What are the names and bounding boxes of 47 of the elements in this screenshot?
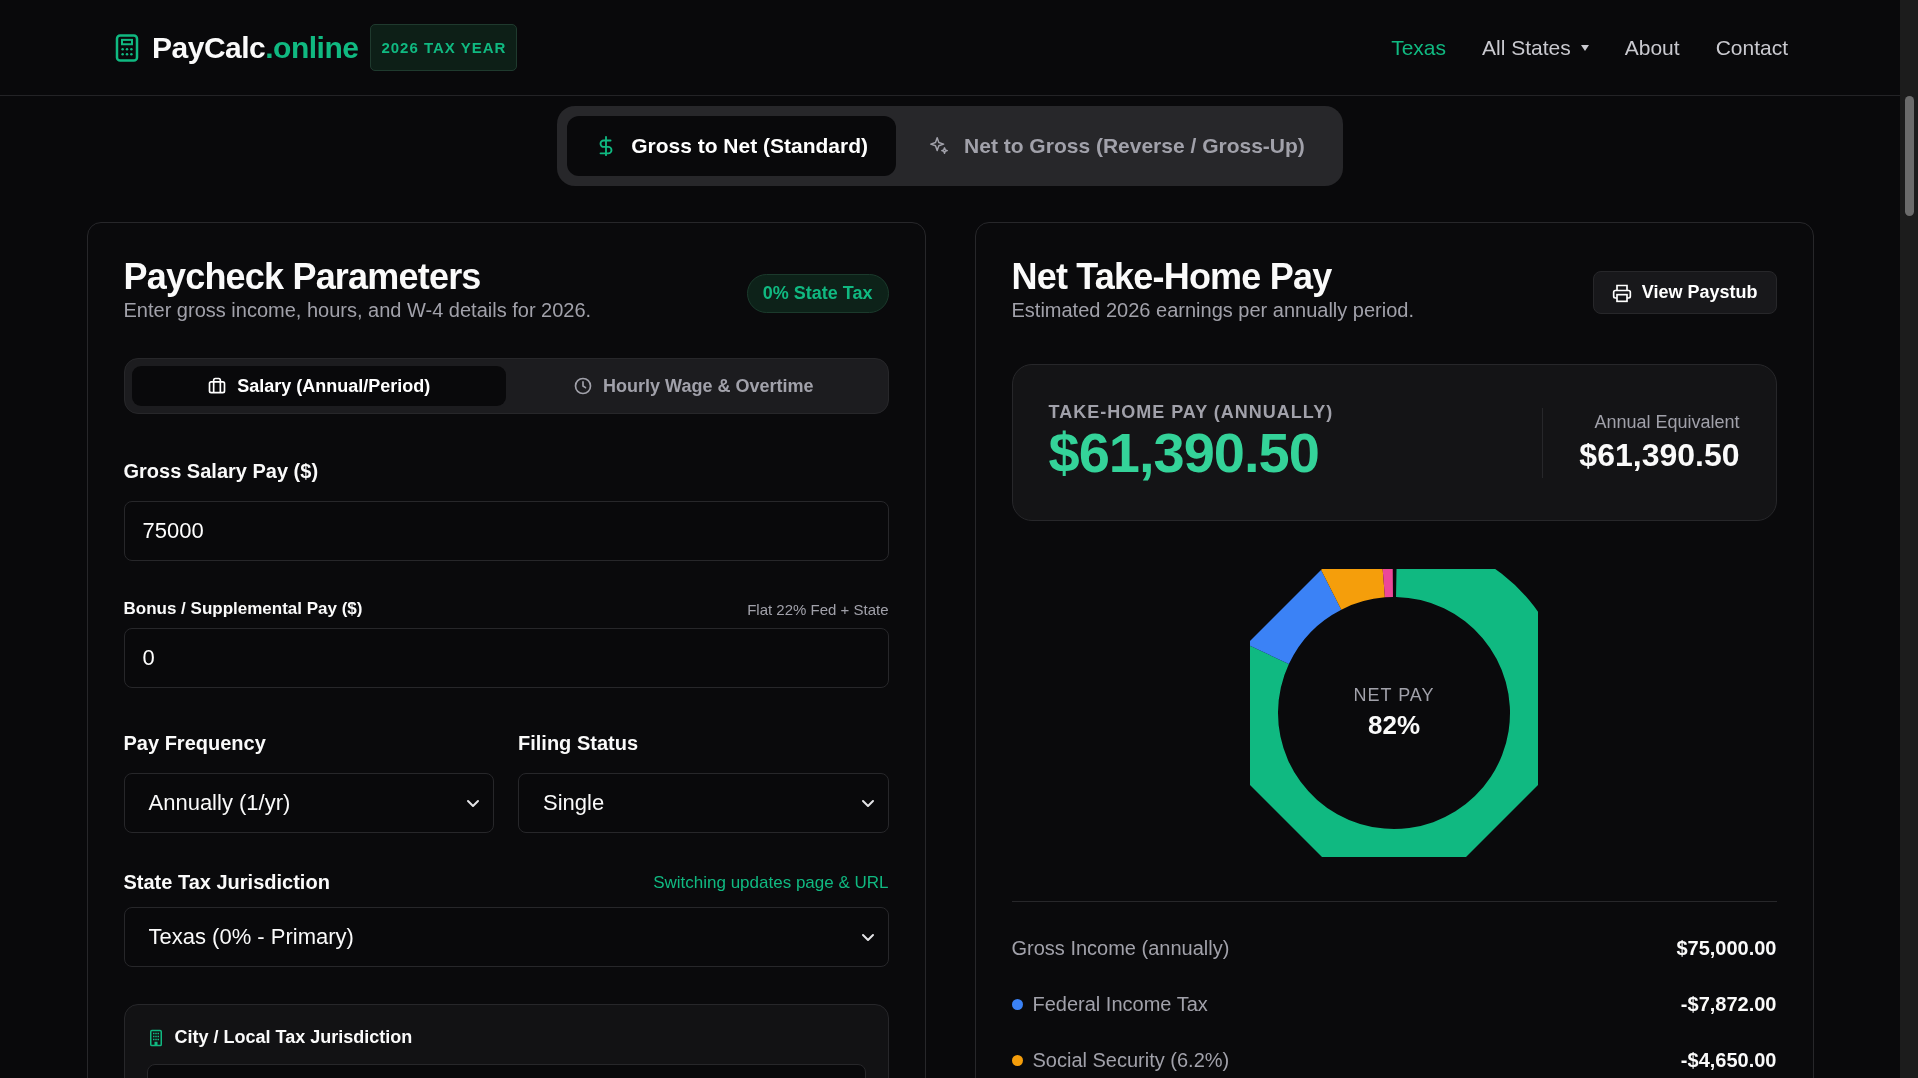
nav-link[interactable]: Texas <box>1391 35 1446 60</box>
field-label: State Tax Jurisdiction <box>123 871 330 894</box>
field-label: Gross Salary Pay ($) <box>123 460 320 483</box>
mode-tab[interactable]: Gross to Net (Standard) <box>567 116 897 176</box>
site-logo[interactable]: PayCalc.online <box>152 30 359 65</box>
clock-icon <box>573 376 594 396</box>
nav-link[interactable]: About <box>1624 35 1680 60</box>
state-tax-badge: 0% State Tax <box>746 274 889 313</box>
card-title: Net Take-Home Pay <box>1011 257 1333 297</box>
equivalent-amount: $61,390.50 <box>1579 436 1740 474</box>
tax-year-badge: 2026 TAX YEAR <box>370 24 518 71</box>
scrollbar[interactable] <box>1900 0 1918 1078</box>
card-title: Paycheck Parameters <box>123 257 482 297</box>
field-note: Flat 22% Fed + State <box>747 600 889 618</box>
gross-salary-field[interactable]: 75000 <box>123 501 889 561</box>
field-label: Pay Frequency <box>123 732 267 755</box>
bonus-field[interactable]: 0 <box>123 628 889 688</box>
donut-center-value: 82% <box>1367 710 1420 741</box>
filing-status-select[interactable]: Single <box>518 773 889 833</box>
field-label: Bonus / Supplemental Pay ($) <box>123 599 363 619</box>
briefcase-icon <box>207 376 228 396</box>
breakdown-label: Federal Income Tax <box>1032 992 1208 1016</box>
pay-frequency-select[interactable]: Annually (1/yr) <box>123 773 494 833</box>
equivalent-label: Annual Equivalent <box>1593 411 1740 433</box>
field-label: Filing Status <box>518 732 639 755</box>
field-note: Switching updates page & URL <box>653 872 889 893</box>
breakdown-amount: -$7,872.00 <box>1680 992 1777 1016</box>
breakdown-amount: -$4,650.00 <box>1680 1048 1777 1072</box>
sparkle-icon <box>928 135 951 157</box>
nav-link[interactable]: Contact <box>1715 35 1788 60</box>
card-subtitle: Estimated 2026 earnings per annually period. <box>1011 299 1414 322</box>
nav-link[interactable]: All States <box>1482 35 1589 60</box>
breakdown-label: Social Security (6.2%) <box>1032 1048 1230 1072</box>
income-type-tab[interactable]: Salary (Annual/Period) <box>131 366 506 406</box>
donut-center-label: NET PAY <box>1353 685 1435 706</box>
mode-tab[interactable]: Net to Gross (Reverse / Gross-Up) <box>900 116 1333 176</box>
printer-icon <box>1611 282 1632 303</box>
summary-label: TAKE-HOME PAY (ANNUALLY) <box>1048 402 1334 423</box>
view-paystub-button[interactable]: View Paystub <box>1592 271 1777 314</box>
caret-icon <box>1580 44 1589 51</box>
income-type-tab[interactable]: Hourly Wage & Overtime <box>506 366 881 406</box>
card-subtitle: Enter gross income, hours, and W-4 details for 2026. <box>123 299 592 322</box>
breakdown-amount: $75,000.00 <box>1676 936 1777 960</box>
breakdown-label: Gross Income (annually) <box>1011 936 1230 960</box>
state-select[interactable]: Texas (0% - Primary) <box>123 907 889 967</box>
panel-title: City / Local Tax Jurisdiction <box>174 1027 413 1048</box>
take-home-amount: $61,390.50 <box>1048 423 1319 483</box>
